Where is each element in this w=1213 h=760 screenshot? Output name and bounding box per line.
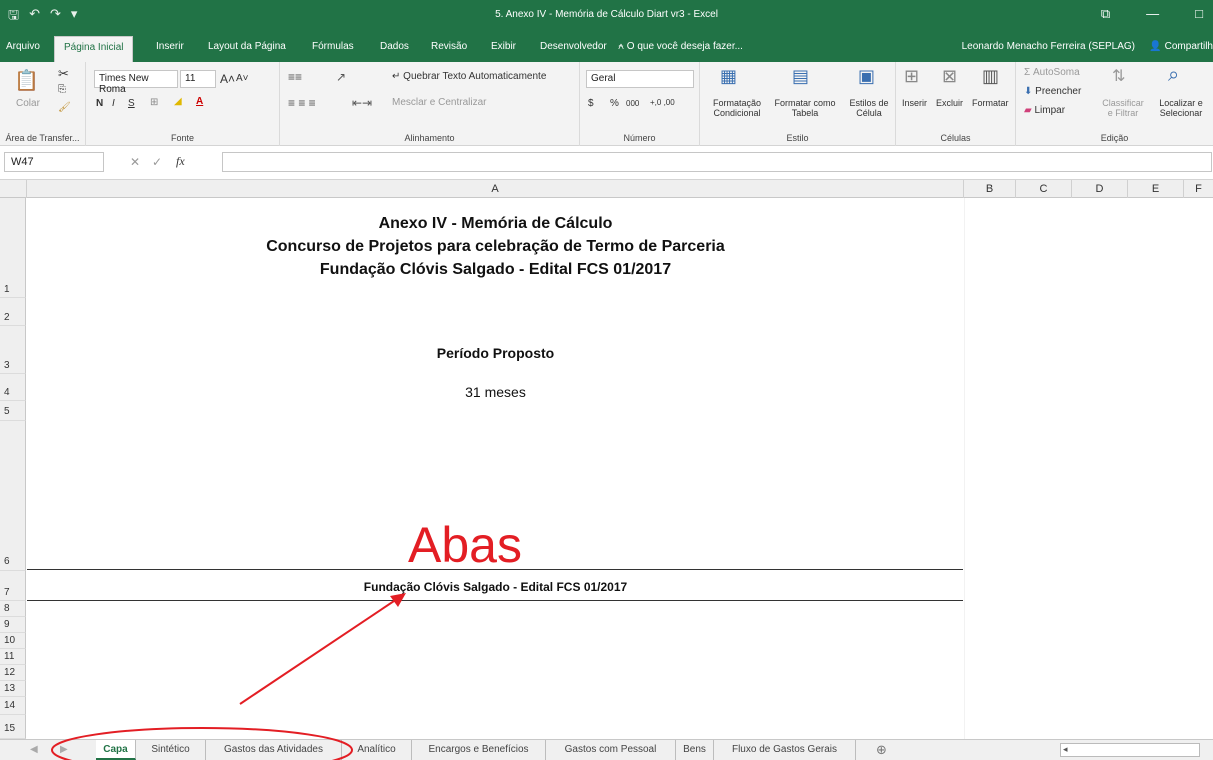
annotation-overlay [51,593,406,760]
annotation-arrow-head [390,593,406,607]
annotation-ellipse [51,727,353,760]
annotation-arrow-line [239,596,401,705]
